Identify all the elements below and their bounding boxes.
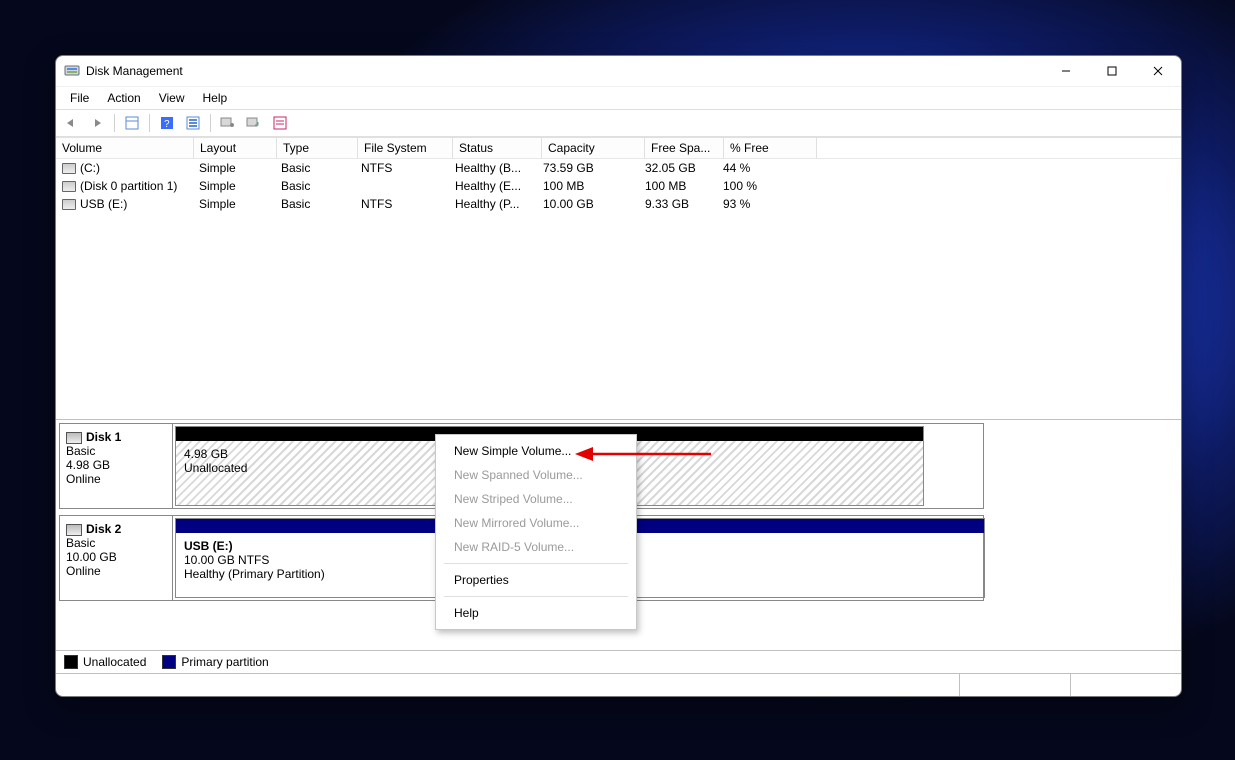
col-filesystem[interactable]: File System [358,138,453,158]
menu-file[interactable]: File [62,89,97,107]
statusbar-cell-1 [959,674,1070,696]
col-pctfree[interactable]: % Free [724,138,817,158]
menu-help[interactable]: Help [195,89,236,107]
volume-table-body[interactable]: (C:)SimpleBasicNTFSHealthy (B...73.59 GB… [56,159,1181,419]
context-menu-item: New Spanned Volume... [436,463,636,487]
volume-row[interactable]: (Disk 0 partition 1)SimpleBasicHealthy (… [56,177,1181,195]
volume-table-header: Volume Layout Type File System Status Ca… [56,138,1181,159]
col-layout[interactable]: Layout [194,138,277,158]
back-icon[interactable] [60,112,82,134]
statusbar [56,673,1181,696]
disk-icon [66,432,82,444]
settings-bottom-icon[interactable] [243,112,265,134]
context-menu-item: New RAID-5 Volume... [436,535,636,559]
menu-action[interactable]: Action [99,89,148,107]
context-menu: New Simple Volume...New Spanned Volume..… [435,434,637,630]
legend-swatch-navy [162,655,176,669]
legend-swatch-black [64,655,78,669]
context-menu-item[interactable]: Help [436,601,636,625]
legend-primary: Primary partition [162,655,268,670]
context-menu-separator [444,563,628,564]
menubar: File Action View Help [56,86,1181,109]
drive-icon [62,199,76,210]
disk-icon [66,524,82,536]
col-volume[interactable]: Volume [56,138,194,158]
legend-unallocated: Unallocated [64,655,146,670]
col-free[interactable]: Free Spa... [645,138,724,158]
drive-icon [62,163,76,174]
close-button[interactable] [1135,56,1181,86]
forward-icon[interactable] [86,112,108,134]
app-icon [64,63,80,79]
show-hide-tree-icon[interactable] [121,112,143,134]
disk-info[interactable]: Disk 2Basic10.00 GBOnline [59,515,173,601]
volume-table: Volume Layout Type File System Status Ca… [56,137,1181,419]
toolbar: ? [56,109,1181,137]
titlebar: Disk Management [56,56,1181,86]
settings-top-icon[interactable] [217,112,239,134]
col-type[interactable]: Type [277,138,358,158]
volume-row[interactable]: (C:)SimpleBasicNTFSHealthy (B...73.59 GB… [56,159,1181,177]
minimize-button[interactable] [1043,56,1089,86]
window-title: Disk Management [86,64,183,78]
svg-text:?: ? [164,119,170,130]
context-menu-item: New Mirrored Volume... [436,511,636,535]
context-menu-item[interactable]: Properties [436,568,636,592]
maximize-button[interactable] [1089,56,1135,86]
col-capacity[interactable]: Capacity [542,138,645,158]
context-menu-item: New Striped Volume... [436,487,636,511]
statusbar-cell-2 [1070,674,1181,696]
disk-info[interactable]: Disk 1Basic4.98 GBOnline [59,423,173,509]
help-icon[interactable]: ? [156,112,178,134]
col-status[interactable]: Status [453,138,542,158]
refresh-icon[interactable] [182,112,204,134]
context-menu-item[interactable]: New Simple Volume... [436,439,636,463]
context-menu-separator [444,596,628,597]
legend: Unallocated Primary partition [56,650,1181,673]
list-icon[interactable] [269,112,291,134]
drive-icon [62,181,76,192]
menu-view[interactable]: View [151,89,193,107]
volume-row[interactable]: USB (E:)SimpleBasicNTFSHealthy (P...10.0… [56,195,1181,213]
